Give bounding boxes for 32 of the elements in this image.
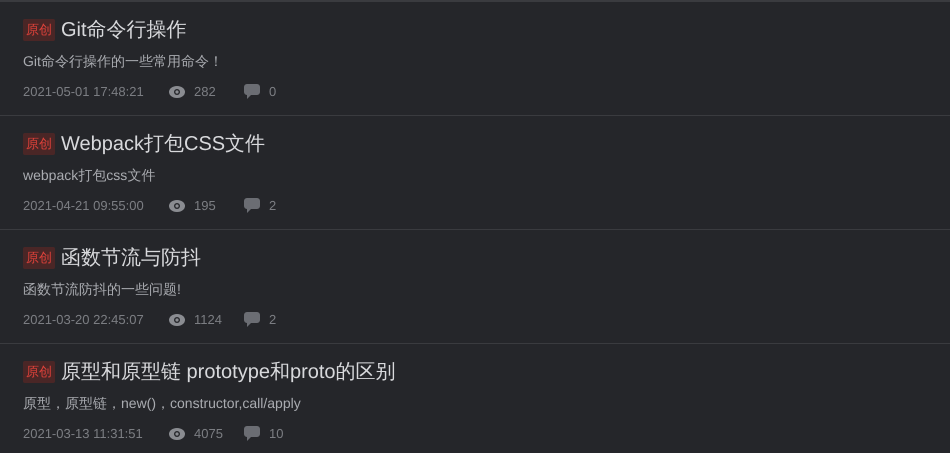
- publish-date: 2021-03-13 11:31:51: [23, 425, 144, 443]
- publish-date: 2021-04-21 09:55:00: [23, 197, 145, 215]
- eye-icon: [169, 428, 185, 440]
- comment-icon: [244, 426, 260, 442]
- view-count: 282: [194, 83, 217, 101]
- article-title[interactable]: Webpack打包CSS文件: [61, 129, 266, 159]
- original-badge: 原创: [23, 19, 55, 41]
- original-badge: 原创: [23, 361, 55, 383]
- article-title[interactable]: 原型和原型链 prototype和proto的区别: [61, 357, 396, 387]
- comment-icon: [244, 312, 260, 328]
- eye-icon: [169, 314, 185, 326]
- view-count: 4075: [194, 425, 224, 443]
- comment-count: 2: [269, 197, 276, 215]
- article-summary: webpack打包css文件: [23, 166, 156, 185]
- eye-icon: [169, 200, 185, 212]
- original-badge: 原创: [23, 247, 55, 269]
- original-badge: 原创: [23, 133, 55, 155]
- publish-date: 2021-05-01 17:48:21: [23, 83, 145, 101]
- article-summary: Git命令行操作的一些常用命令！: [23, 52, 224, 71]
- comment-count: 0: [269, 83, 276, 101]
- comment-icon: [244, 198, 260, 214]
- view-count: 195: [194, 197, 217, 215]
- article-title[interactable]: 函数节流与防抖: [61, 243, 201, 273]
- publish-date: 2021-03-20 22:45:07: [23, 311, 145, 329]
- view-count: 1124: [194, 311, 223, 329]
- article-summary: 原型，原型链，new()，constructor,call/apply: [23, 394, 302, 413]
- article-summary: 函数节流防抖的一些问题!: [23, 280, 182, 299]
- comment-count: 2: [269, 311, 276, 329]
- comment-count: 10: [269, 425, 284, 443]
- article-title[interactable]: Git命令行操作: [61, 15, 187, 45]
- comment-icon: [244, 84, 260, 100]
- eye-icon: [169, 86, 185, 98]
